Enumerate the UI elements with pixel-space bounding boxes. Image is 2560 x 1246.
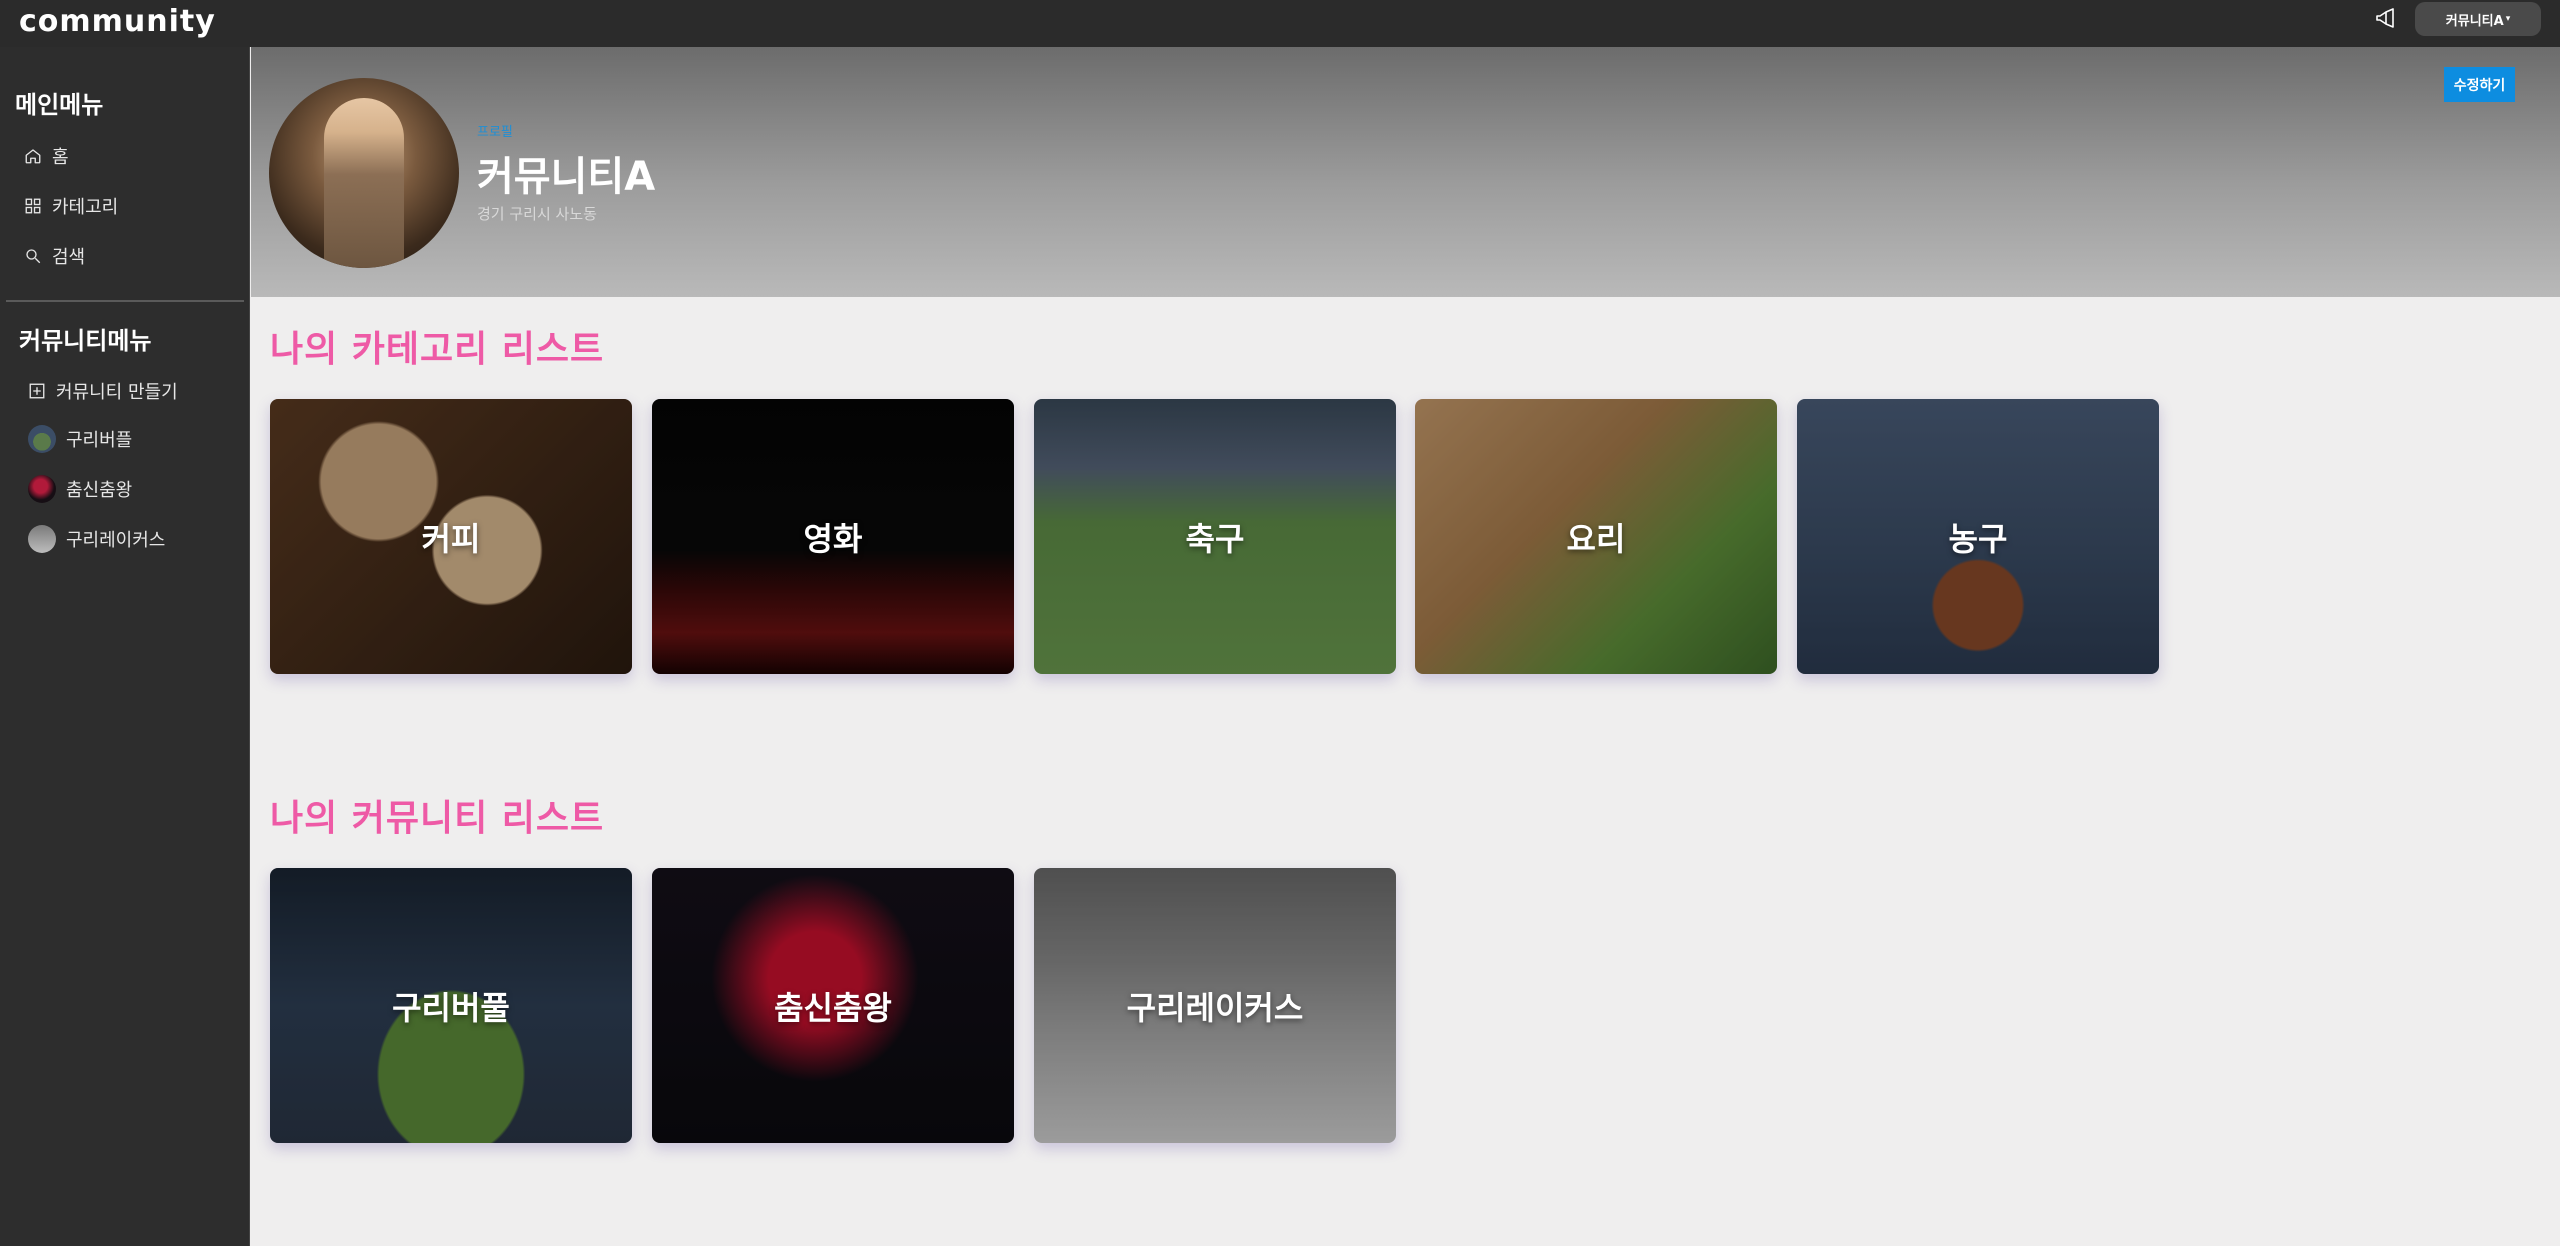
logo[interactable]: community	[19, 4, 216, 40]
plus-square-icon	[29, 383, 45, 399]
card-label: 요리	[1566, 519, 1626, 558]
card-label: 구리레이커스	[1126, 988, 1304, 1027]
card-label: 춤신춤왕	[774, 988, 892, 1027]
search-icon	[26, 249, 41, 264]
profile-label: 프로필	[477, 125, 513, 140]
sidebar-divider	[6, 300, 244, 302]
category-list-title: 나의 카테고리 리스트	[270, 329, 605, 370]
community-avatar	[28, 525, 56, 553]
create-community-button[interactable]: 커뮤니티 만들기	[28, 378, 178, 404]
sidebar-item-label: 구리버플	[66, 430, 133, 451]
sidebar-item-community-3[interactable]: 구리레이커스	[28, 525, 165, 553]
category-card-soccer[interactable]: 축구	[1034, 399, 1396, 674]
top-bar: community 커뮤니티A ▾	[0, 0, 2560, 47]
card-label: 영화	[803, 519, 863, 558]
sidebar-item-label: 구리레이커스	[66, 530, 166, 551]
home-icon	[25, 149, 41, 164]
community-card-3[interactable]: 구리레이커스	[1034, 868, 1396, 1143]
community-list-title: 나의 커뮤니티 리스트	[270, 798, 605, 839]
sidebar-item-label: 홈	[52, 147, 69, 168]
community-avatar	[28, 475, 56, 503]
card-label: 축구	[1185, 519, 1245, 558]
profile-location: 경기 구리시 사노동	[477, 205, 597, 223]
sidebar-item-label: 검색	[52, 247, 86, 268]
category-card-movie[interactable]: 영화	[652, 399, 1014, 674]
sidebar-item-label: 커뮤니티 만들기	[56, 382, 178, 403]
category-card-basketball[interactable]: 농구	[1797, 399, 2159, 674]
sidebar-item-category[interactable]: 카테고리	[24, 193, 118, 219]
card-label: 커피	[421, 519, 481, 558]
community-menu-heading: 커뮤니티메뉴	[19, 327, 152, 355]
sidebar: 메인메뉴 홈 카테고리 검색 커뮤니티메뉴 커뮤니티 만들기 구리버플 춤신춤왕…	[0, 47, 250, 1246]
profile-banner: 프로필 커뮤니티A 경기 구리시 사노동 수정하기	[251, 47, 2560, 297]
profile-avatar	[269, 78, 459, 268]
community-card-1[interactable]: 구리버풀	[270, 868, 632, 1143]
sidebar-item-search[interactable]: 검색	[24, 243, 85, 269]
megaphone-icon[interactable]	[2374, 6, 2398, 30]
card-label: 구리버풀	[392, 988, 510, 1027]
user-menu-label: 커뮤니티A	[2445, 13, 2504, 29]
profile-name: 커뮤니티A	[477, 154, 656, 200]
sidebar-item-community-1[interactable]: 구리버플	[28, 425, 132, 453]
caret-down-icon: ▾	[2505, 14, 2511, 24]
sidebar-item-home[interactable]: 홈	[24, 143, 69, 169]
community-avatar	[28, 425, 56, 453]
sidebar-item-label: 카테고리	[52, 197, 119, 218]
category-card-cooking[interactable]: 요리	[1415, 399, 1777, 674]
category-card-coffee[interactable]: 커피	[270, 399, 632, 674]
card-label: 농구	[1948, 519, 2008, 558]
grid-icon	[25, 198, 41, 214]
user-menu-button[interactable]: 커뮤니티A ▾	[2415, 2, 2541, 36]
edit-button[interactable]: 수정하기	[2444, 67, 2515, 102]
community-card-2[interactable]: 춤신춤왕	[652, 868, 1014, 1143]
main-menu-heading: 메인메뉴	[15, 91, 104, 119]
sidebar-item-label: 춤신춤왕	[66, 480, 133, 501]
sidebar-item-community-2[interactable]: 춤신춤왕	[28, 475, 132, 503]
